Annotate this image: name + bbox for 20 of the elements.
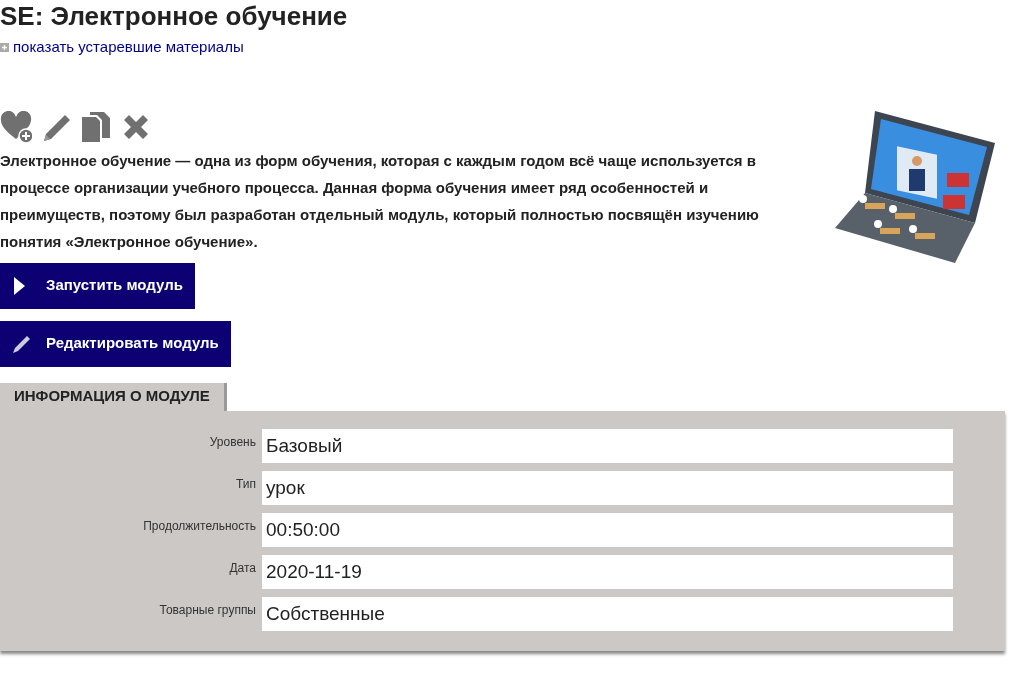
page-title: SE: Электронное обучение [0, 0, 349, 32]
field-value: урок [262, 470, 953, 505]
field-label: Тип [235, 475, 257, 493]
module-description: Электронное обучение — одна из форм обучения, которая с каждым годом всё чаще используется в процессе организации учебного процесса. Данная форма обучения имеет ряд особенностей и преимуществ, поэтому был разработан отдельный модуль, который полностью посвящён изучению понятия «Электронное обучение». [0, 150, 760, 252]
field-value: 2020-11-19 [262, 554, 953, 589]
field-label: Товарные группы [158, 601, 257, 619]
field-label: Уровень [208, 433, 257, 451]
field-value: 00:50:00 [262, 512, 953, 547]
expand-icon [0, 42, 9, 52]
module-info-tab[interactable]: ИНФОРМАЦИЯ О МОДУЛЕ [0, 382, 227, 411]
launch-module-button[interactable]: Запустить модуль [0, 262, 195, 309]
field-value: Собственные [262, 596, 953, 631]
favorite-heart-plus-icon[interactable] [0, 110, 32, 143]
field-label: Продолжительность [142, 517, 257, 535]
copy-document-icon[interactable] [80, 110, 112, 143]
edit-module-button[interactable]: Редактировать модуль [0, 320, 231, 367]
field-label: Дата [228, 559, 257, 577]
show-outdated-link[interactable]: показать устаревшие материалы [13, 36, 244, 59]
pencil-icon [12, 333, 32, 354]
field-value: Базовый [262, 428, 953, 463]
